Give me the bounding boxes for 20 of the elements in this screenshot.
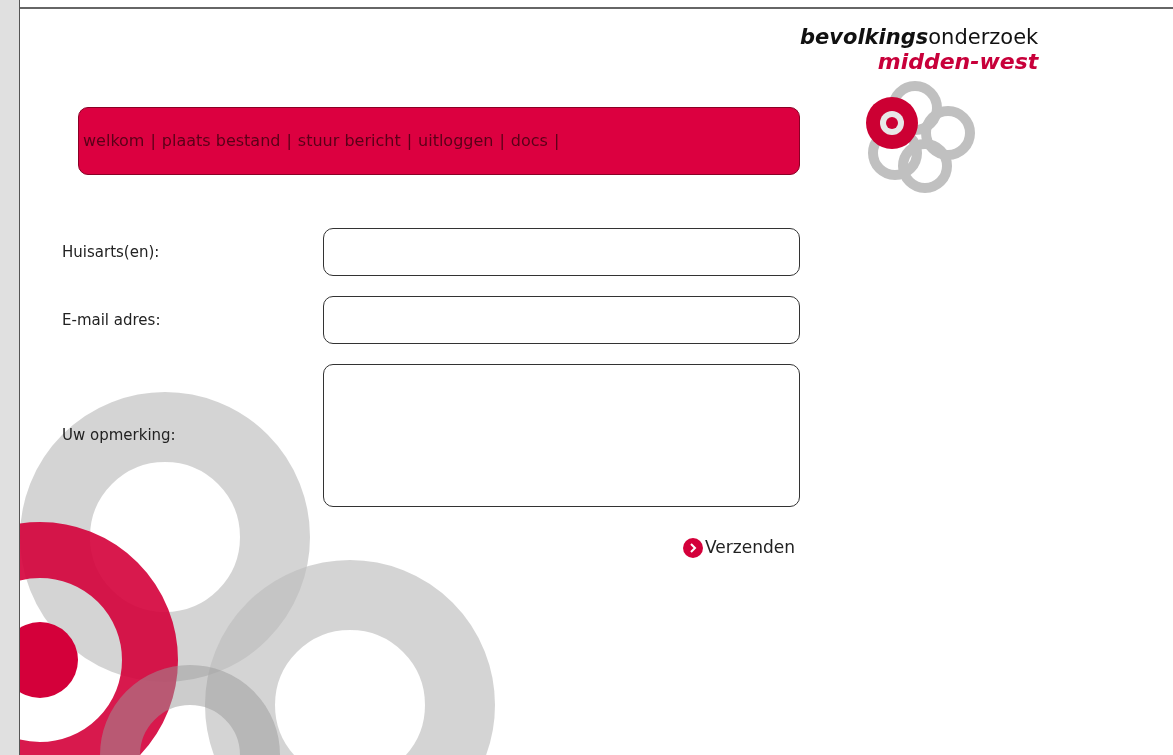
submit-button[interactable]: Verzenden <box>683 535 795 561</box>
chevron-icon <box>683 537 704 558</box>
field-label: Uw opmerking: <box>62 425 177 447</box>
logo-subtitle: midden-west <box>877 48 1039 76</box>
nav-separator: | <box>552 130 561 152</box>
nav-link[interactable]: docs <box>506 129 552 153</box>
nav-separator: | <box>285 130 293 152</box>
field-label: Huisarts(en): <box>62 241 161 263</box>
nav-link[interactable]: welkom <box>79 129 149 153</box>
comment-field[interactable] <box>323 364 800 507</box>
nav-separator: | <box>405 130 414 152</box>
nav-link[interactable]: plaats bestand <box>157 129 285 153</box>
nav-separator: | <box>498 130 506 152</box>
logo-text: bevolkingsonderzoek <box>800 27 1039 48</box>
nav-link[interactable]: stuur bericht <box>293 129 405 153</box>
nav-link[interactable]: uitloggen <box>414 129 498 153</box>
nav-separator: | <box>149 130 157 152</box>
field-label: E-mail adres: <box>62 309 162 331</box>
text-field[interactable] <box>323 228 800 276</box>
text-field[interactable] <box>323 296 800 344</box>
